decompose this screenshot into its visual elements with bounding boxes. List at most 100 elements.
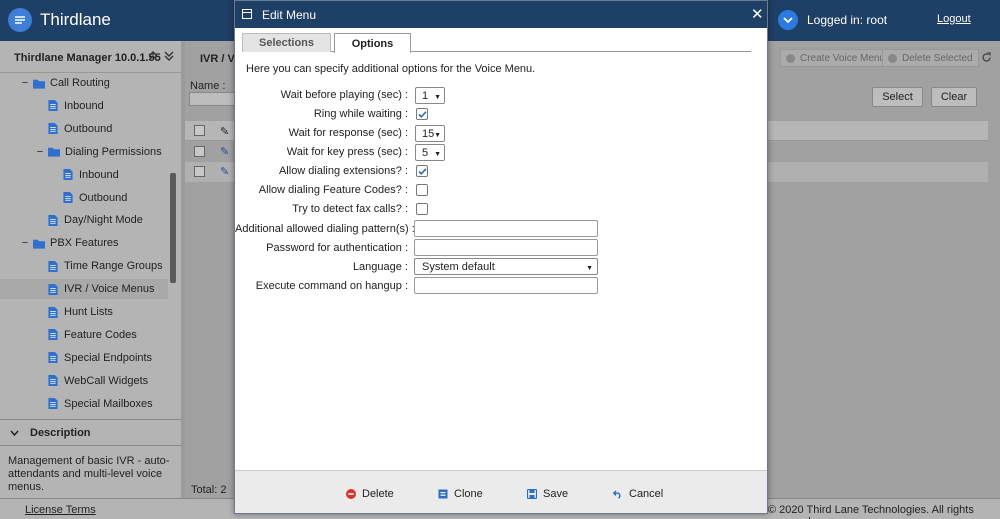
- sidebar-header: Thirdlane Manager 10.0.1.55: [0, 41, 181, 73]
- checkmark-icon: [418, 168, 427, 175]
- wait-for-response-select[interactable]: 15 ▼: [415, 125, 445, 142]
- document-icon: [48, 329, 58, 341]
- language-select[interactable]: System default ▼: [414, 258, 598, 275]
- thirdlane-logo: [8, 8, 32, 32]
- license-terms-link[interactable]: License Terms: [25, 504, 96, 516]
- name-filter-label: Name :: [190, 80, 226, 92]
- sidebar-item[interactable]: Feature Codes: [0, 325, 168, 345]
- create-voice-menu-label: Create Voice Menu: [800, 52, 886, 64]
- row-checkbox[interactable]: [194, 146, 205, 157]
- row-checkbox[interactable]: [194, 166, 205, 177]
- tab-selections[interactable]: Selections: [242, 33, 331, 52]
- tab-options[interactable]: Options: [334, 33, 411, 53]
- logged-in-label: Logged in:: [807, 13, 864, 27]
- logout-link[interactable]: Logout: [937, 13, 971, 25]
- folder-icon: [33, 79, 45, 89]
- allow-feature-codes-label: Allow dialing Feature Codes? :: [258, 184, 408, 196]
- caret-down-icon: ▼: [434, 151, 441, 158]
- collapse-icon[interactable]: −: [19, 77, 31, 89]
- sidebar-item[interactable]: Day/Night Mode: [0, 210, 168, 230]
- wait-before-playing-value: 1: [422, 89, 429, 102]
- clone-icon: [438, 489, 448, 499]
- checkmark-icon: [418, 111, 427, 118]
- name-filter-input[interactable]: [189, 92, 239, 106]
- chevrons-up-icon[interactable]: [147, 50, 161, 64]
- sidebar-item[interactable]: − Call Routing: [0, 73, 168, 93]
- select-button[interactable]: Select: [872, 87, 923, 107]
- chevron-down-icon[interactable]: [778, 10, 798, 30]
- sidebar-item[interactable]: Inbound: [0, 96, 168, 116]
- sidebar-item-label: Day/Night Mode: [64, 214, 143, 227]
- sidebar-scrollbar[interactable]: [170, 173, 176, 283]
- save-button[interactable]: Save: [527, 487, 568, 501]
- sidebar-item[interactable]: − Dialing Permissions: [0, 142, 168, 162]
- dialing-patterns-input[interactable]: [414, 220, 598, 237]
- allow-dialing-extensions-checkbox[interactable]: [416, 165, 428, 177]
- language-value: System default: [422, 260, 495, 273]
- caret-down-icon: ▼: [434, 94, 441, 101]
- language-label: Language :: [352, 261, 408, 273]
- execute-on-hangup-input[interactable]: [414, 277, 598, 294]
- execute-on-hangup-label: Execute command on hangup :: [255, 280, 408, 292]
- folder-icon: [33, 239, 45, 249]
- minus-icon: [888, 53, 897, 63]
- edit-icon[interactable]: ✎: [220, 145, 229, 158]
- logged-in-status: Logged in: root: [807, 13, 887, 27]
- sidebar-item-label: Inbound: [64, 99, 104, 112]
- document-icon: [48, 375, 58, 387]
- folder-icon: [48, 147, 60, 157]
- sidebar-item-label: Feature Codes: [64, 328, 137, 341]
- sidebar-item-label: Inbound: [79, 168, 119, 181]
- detect-fax-label: Try to detect fax calls? :: [292, 203, 408, 215]
- sidebar-item[interactable]: Hunt Lists: [0, 302, 168, 322]
- sidebar-item-label: Hunt Lists: [64, 306, 113, 318]
- wait-for-key-press-select[interactable]: 5 ▼: [415, 144, 445, 161]
- document-icon: [48, 260, 58, 272]
- clear-button[interactable]: Clear: [931, 87, 977, 107]
- sidebar-item[interactable]: Special Mailboxes: [0, 394, 168, 414]
- description-text: Management of basic IVR - auto-attendant…: [8, 455, 170, 493]
- delete-button[interactable]: Delete: [346, 487, 394, 501]
- sidebar-item[interactable]: WebCall Widgets: [0, 371, 168, 391]
- sidebar-item[interactable]: − PBX Features: [0, 233, 168, 253]
- cancel-button[interactable]: Cancel: [613, 487, 663, 501]
- collapse-icon[interactable]: −: [19, 237, 31, 249]
- ring-while-waiting-label: Ring while waiting :: [313, 108, 408, 120]
- save-icon: [527, 489, 537, 499]
- sidebar-item-label: Special Mailboxes: [64, 397, 153, 410]
- sidebar-item[interactable]: Outbound: [0, 188, 168, 208]
- collapse-icon[interactable]: −: [34, 146, 46, 158]
- select-all-checkbox[interactable]: [194, 125, 205, 136]
- sidebar-item[interactable]: Special Endpoints: [0, 348, 168, 368]
- detect-fax-checkbox[interactable]: [416, 203, 428, 215]
- delete-selected-button[interactable]: Delete Selected: [882, 49, 979, 67]
- description-header[interactable]: Description: [0, 419, 181, 446]
- dialog-title: Edit Menu: [262, 8, 317, 22]
- dialog-button-bar: Delete Clone Save Cancel: [235, 470, 767, 513]
- document-icon: [48, 214, 58, 226]
- wait-for-response-value: 15: [422, 127, 435, 140]
- sidebar-item-label: Time Range Groups: [64, 260, 163, 273]
- wait-for-key-press-value: 5: [422, 146, 429, 159]
- chevrons-down-icon[interactable]: [163, 50, 177, 64]
- sidebar-item[interactable]: Time Range Groups: [0, 256, 168, 276]
- clone-button[interactable]: Clone: [438, 487, 483, 501]
- caret-down-icon: ▼: [586, 265, 593, 272]
- sidebar-item[interactable]: IVR / Voice Menus: [0, 279, 168, 300]
- ring-while-waiting-checkbox[interactable]: [416, 108, 428, 120]
- dialog-title-bar[interactable]: Edit Menu ✕: [235, 1, 767, 28]
- password-input[interactable]: [414, 239, 598, 256]
- create-voice-menu-button[interactable]: Create Voice Menu: [780, 49, 892, 67]
- refresh-icon[interactable]: [981, 52, 992, 66]
- document-icon: [48, 283, 58, 295]
- wait-before-playing-select[interactable]: 1 ▼: [415, 87, 445, 104]
- sidebar-item[interactable]: Outbound: [0, 119, 168, 139]
- sidebar-item[interactable]: Inbound: [0, 165, 168, 185]
- sidebar-item-label: WebCall Widgets: [64, 374, 149, 387]
- edit-icon[interactable]: ✎: [220, 165, 229, 178]
- sidebar-item-label: Call Routing: [50, 77, 110, 89]
- sidebar-item-label: Special Endpoints: [64, 351, 153, 364]
- close-icon[interactable]: ✕: [751, 5, 764, 23]
- username: root: [866, 13, 888, 27]
- allow-feature-codes-checkbox[interactable]: [416, 184, 428, 196]
